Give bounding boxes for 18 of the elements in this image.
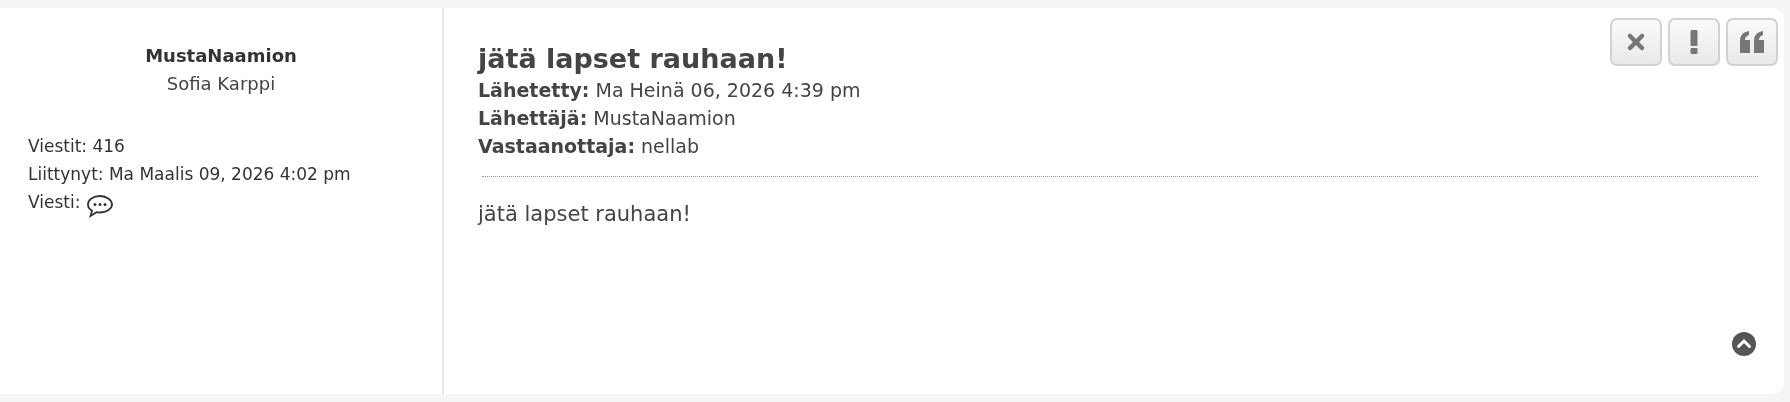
message-body: jätä lapset rauhaan! [478,201,692,228]
exclamation-icon [1690,30,1698,54]
real-name: Sofia Karppi [165,72,277,96]
message-icon[interactable] [85,195,114,215]
report-button[interactable] [1668,18,1720,66]
meta-line: Lähetetty: Ma Heinä 06, 2026 4:39 pm [478,78,862,103]
delete-button[interactable] [1610,18,1662,66]
meta-line: Lähettäjä: MustaNaamion [478,106,737,131]
username[interactable]: MustaNaamion [28,42,442,70]
back-to-top-icon[interactable] [1732,332,1756,356]
meta-line: Vastaanottaja: nellab [478,134,701,159]
stat-text: Liittynyt: Ma Maalis 09, 2026 4:02 pm [28,164,351,184]
close-icon [1626,32,1646,52]
message-title: jätä lapset rauhaan! [478,42,789,76]
stat-label: Viesti: [28,192,81,212]
quote-button[interactable] [1726,18,1778,66]
quote-icon [1739,31,1765,53]
stat-text: Viestit: 416 [28,136,125,156]
